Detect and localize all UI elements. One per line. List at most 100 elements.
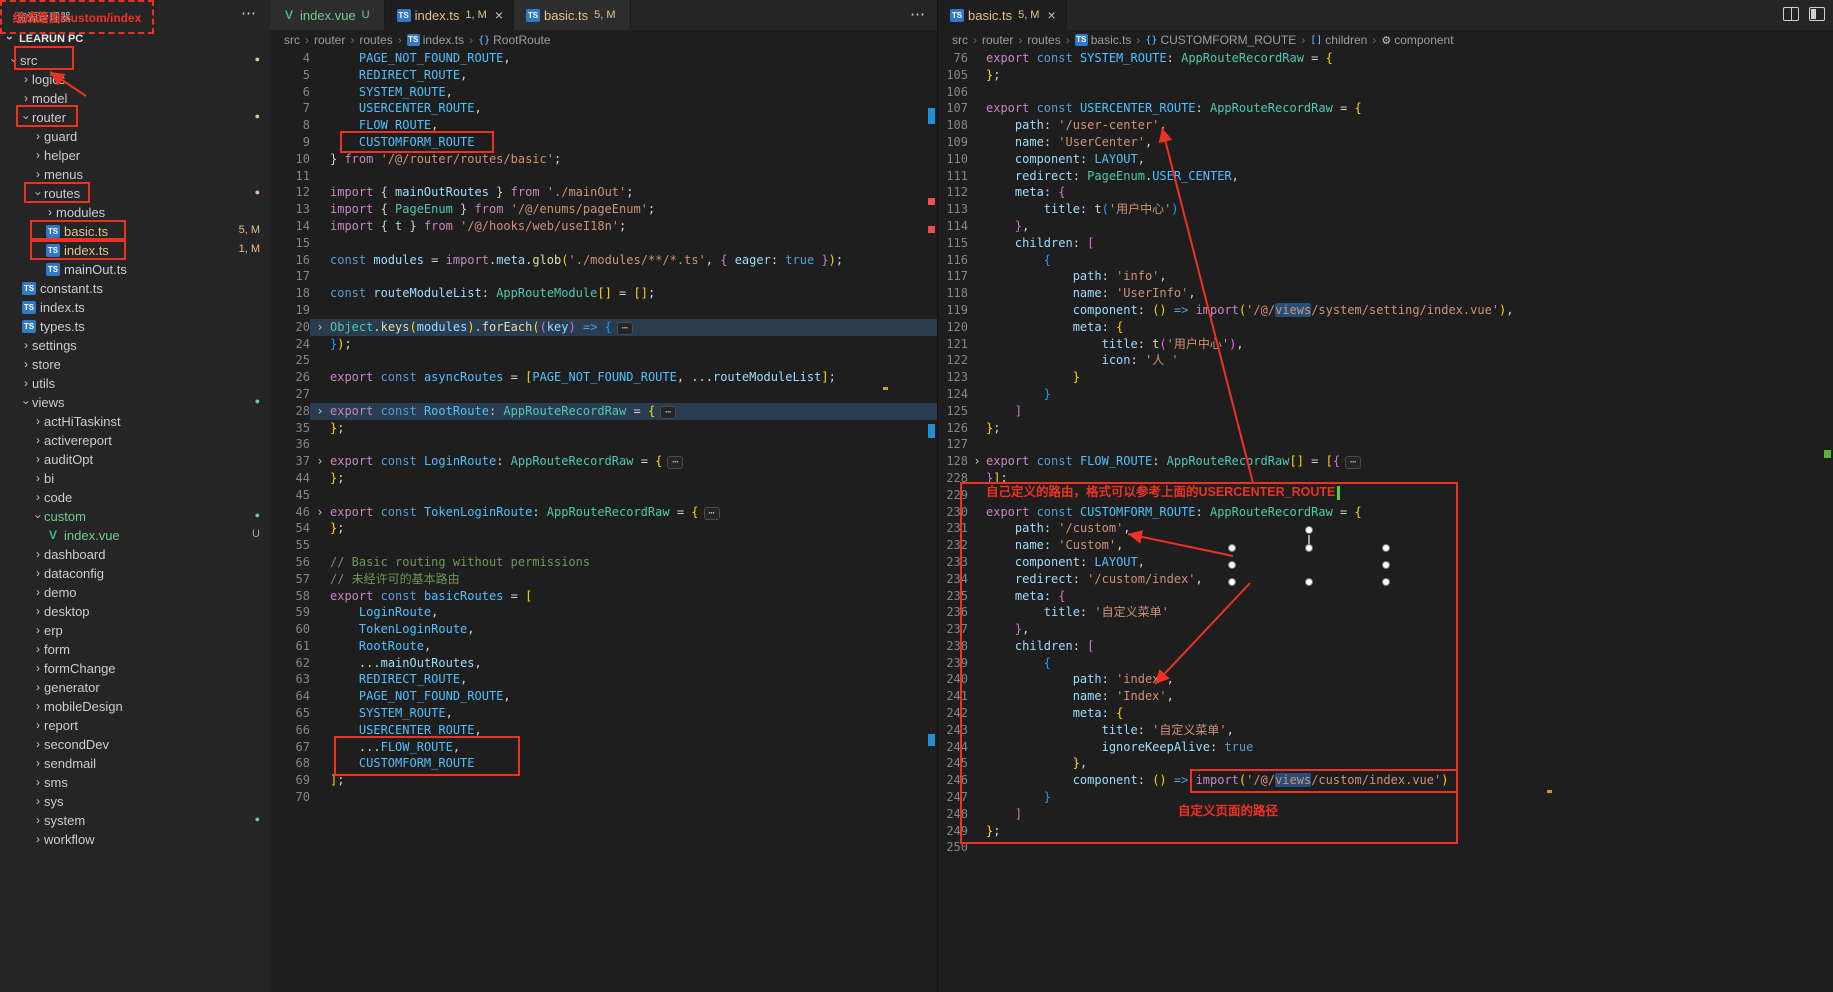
code-line-236[interactable]: 236 title: '自定义菜单' [938,604,1833,621]
folded-code-ellipsis[interactable]: ⋯ [617,322,633,335]
code-line-118[interactable]: 118 name: 'UserInfo', [938,285,1833,302]
tree-item-code[interactable]: ›code [0,487,270,506]
code-line-27[interactable]: 27 [270,386,937,403]
line-number[interactable]: 18 [270,285,310,302]
breadcrumb-item-CUSTOMFORM_ROUTE[interactable]: {}CUSTOMFORM_ROUTE [1145,33,1296,47]
fold-chevron-icon[interactable]: › [310,319,330,336]
code-line-45[interactable]: 45 [270,487,937,504]
code-line-69[interactable]: 69]; [270,772,937,789]
line-number[interactable]: 10 [270,151,310,168]
code-line-234[interactable]: 234 redirect: '/custom/index', [938,571,1833,588]
code-line-20[interactable]: 20›Object.keys(modules).forEach((key) =>… [270,319,937,336]
code-line-14[interactable]: 14import { t } from '/@/hooks/web/useI18… [270,218,937,235]
line-number[interactable]: 241 [938,688,968,705]
code-line-237[interactable]: 237 }, [938,621,1833,638]
line-number[interactable]: 228 [938,470,968,487]
tree-item-mainOut.ts[interactable]: TSmainOut.ts [0,259,270,278]
line-number[interactable]: 13 [270,201,310,218]
code-line-242[interactable]: 242 meta: { [938,705,1833,722]
line-number[interactable]: 56 [270,554,310,571]
code-line-16[interactable]: 16const modules = import.meta.glob('./mo… [270,252,937,269]
code-line-8[interactable]: 8 FLOW_ROUTE, [270,117,937,134]
code-line-241[interactable]: 241 name: 'Index', [938,688,1833,705]
code-editor-basic-ts[interactable]: 76export const SYSTEM_ROUTE: AppRouteRec… [938,50,1833,992]
code-line-46[interactable]: 46›export const TokenLoginRoute: AppRout… [270,504,937,521]
code-line-70[interactable]: 70 [270,789,937,806]
code-line-231[interactable]: 231 path: '/custom', [938,520,1833,537]
fold-chevron-icon[interactable]: › [310,504,330,521]
line-number[interactable]: 123 [938,369,968,386]
tab-basic.ts[interactable]: TSbasic.ts5, M [514,0,630,30]
tab-basic.ts[interactable]: TSbasic.ts5, M× [938,0,1067,30]
tab-index.ts[interactable]: TSindex.ts1, M× [385,0,514,30]
line-number[interactable]: 60 [270,621,310,638]
tree-item-generator[interactable]: ›generator [0,677,270,696]
code-line-55[interactable]: 55 [270,537,937,554]
line-number[interactable]: 250 [938,839,968,856]
line-number[interactable]: 109 [938,134,968,151]
line-number[interactable]: 124 [938,386,968,403]
code-line-113[interactable]: 113 title: t('用户中心') [938,201,1833,218]
code-line-25[interactable]: 25 [270,352,937,369]
tree-item-mobileDesign[interactable]: ›mobileDesign [0,696,270,715]
code-line-44[interactable]: 44}; [270,470,937,487]
line-number[interactable]: 14 [270,218,310,235]
line-number[interactable]: 114 [938,218,968,235]
line-number[interactable]: 58 [270,588,310,605]
code-line-244[interactable]: 244 ignoreKeepAlive: true [938,739,1833,756]
editor-layout-icon[interactable] [1809,7,1825,21]
line-number[interactable]: 229 [938,487,968,504]
code-line-124[interactable]: 124 } [938,386,1833,403]
tree-item-utils[interactable]: ›utils [0,373,270,392]
folded-code-ellipsis[interactable]: ⋯ [667,456,683,469]
line-number[interactable]: 119 [938,302,968,319]
code-line-250[interactable]: 250 [938,839,1833,856]
breadcrumb-item-basic.ts[interactable]: TSbasic.ts [1075,33,1132,47]
line-number[interactable]: 236 [938,604,968,621]
tree-item-sys[interactable]: ›sys [0,791,270,810]
line-number[interactable]: 45 [270,487,310,504]
code-line-18[interactable]: 18const routeModuleList: AppRouteModule[… [270,285,937,302]
code-line-65[interactable]: 65 SYSTEM_ROUTE, [270,705,937,722]
code-line-28[interactable]: 28›export const RootRoute: AppRouteRecor… [270,403,937,420]
code-line-112[interactable]: 112 meta: { [938,184,1833,201]
code-line-246[interactable]: 246 component: () => import('/@/views/cu… [938,772,1833,789]
line-number[interactable]: 24 [270,336,310,353]
tree-item-erp[interactable]: ›erp [0,620,270,639]
code-line-239[interactable]: 239 { [938,655,1833,672]
line-number[interactable]: 63 [270,671,310,688]
tree-item-sendmail[interactable]: ›sendmail [0,753,270,772]
line-number[interactable]: 120 [938,319,968,336]
line-number[interactable]: 247 [938,789,968,806]
close-icon[interactable]: × [1047,7,1055,23]
code-line-10[interactable]: 10} from '/@/router/routes/basic'; [270,151,937,168]
line-number[interactable]: 7 [270,100,310,117]
code-line-61[interactable]: 61 RootRoute, [270,638,937,655]
tree-item-modules[interactable]: ›modules [0,202,270,221]
line-number[interactable]: 55 [270,537,310,554]
code-line-245[interactable]: 245 }, [938,755,1833,772]
code-line-119[interactable]: 119 component: () => import('/@/views/sy… [938,302,1833,319]
line-number[interactable]: 54 [270,520,310,537]
code-line-66[interactable]: 66 USERCENTER_ROUTE, [270,722,937,739]
line-number[interactable]: 28 [270,403,310,420]
code-line-249[interactable]: 249}; [938,823,1833,840]
line-number[interactable]: 112 [938,184,968,201]
line-number[interactable]: 118 [938,285,968,302]
code-line-230[interactable]: 230export const CUSTOMFORM_ROUTE: AppRou… [938,504,1833,521]
code-line-35[interactable]: 35}; [270,420,937,437]
breadcrumb-item-src[interactable]: src [284,33,300,47]
code-line-56[interactable]: 56// Basic routing without permissions [270,554,937,571]
tree-item-actHiTaskinst[interactable]: ›actHiTaskinst [0,411,270,430]
code-line-233[interactable]: 233 component: LAYOUT, [938,554,1833,571]
line-number[interactable]: 128 [938,453,968,470]
line-number[interactable]: 245 [938,755,968,772]
code-line-60[interactable]: 60 TokenLoginRoute, [270,621,937,638]
code-line-17[interactable]: 17 [270,268,937,285]
code-line-24[interactable]: 24}); [270,336,937,353]
line-number[interactable]: 246 [938,772,968,789]
line-number[interactable]: 122 [938,352,968,369]
line-number[interactable]: 67 [270,739,310,756]
line-number[interactable]: 15 [270,235,310,252]
breadcrumb-item-routes[interactable]: routes [1027,33,1060,47]
